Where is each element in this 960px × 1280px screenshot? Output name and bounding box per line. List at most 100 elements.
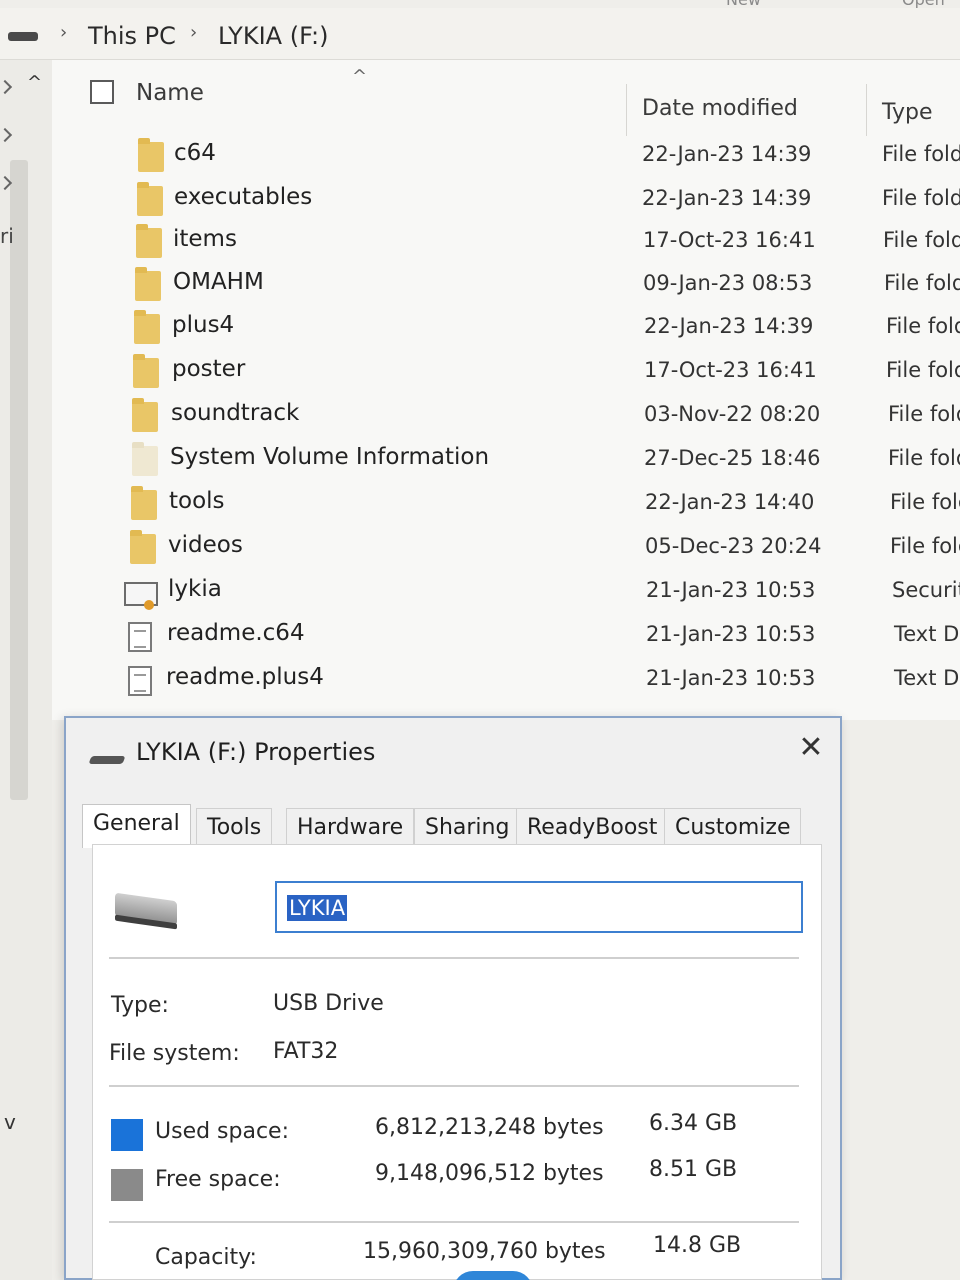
nav-item-fragment[interactable]: ri <box>0 224 14 248</box>
properties-dialog: LYKIA (F:) Properties ✕ General Tools Ha… <box>64 716 842 1280</box>
chevron-right-icon[interactable]: › <box>190 22 197 43</box>
file-type: Security <box>892 578 960 602</box>
file-type: File folder <box>882 186 960 210</box>
divider <box>109 1085 799 1087</box>
file-date: 22-Jan-23 14:39 <box>644 314 814 338</box>
column-date-modified[interactable]: Date modified <box>642 96 798 121</box>
pin-icon <box>0 79 13 95</box>
drive-icon <box>8 32 38 41</box>
file-name: videos <box>168 532 243 558</box>
system-folder-icon <box>132 442 158 476</box>
volume-label-input[interactable] <box>275 881 803 933</box>
tab-tools[interactable]: Tools <box>196 808 273 846</box>
file-type: File folder <box>886 314 960 338</box>
pin-icon <box>0 127 13 143</box>
file-row[interactable]: readme.c64 21-Jan-23 10:53 Text D <box>52 616 960 660</box>
file-row[interactable]: c64 22-Jan-23 14:39 File folder <box>52 136 960 180</box>
column-name[interactable]: Name <box>136 80 204 106</box>
file-row[interactable]: lykia 21-Jan-23 10:53 Security <box>52 572 960 616</box>
file-type: File folder <box>888 402 960 426</box>
type-value: USB Drive <box>273 991 384 1016</box>
tab-sharing[interactable]: Sharing <box>414 808 521 846</box>
scroll-down-icon[interactable]: v <box>4 1110 16 1134</box>
file-type: File folder <box>886 358 960 382</box>
file-date: 22-Jan-23 14:39 <box>642 142 812 166</box>
file-name: items <box>173 226 237 252</box>
divider <box>109 957 799 959</box>
file-row[interactable]: System Volume Information 27-Dec-25 18:4… <box>52 440 960 484</box>
column-divider[interactable] <box>866 84 867 136</box>
text-file-icon <box>128 622 152 652</box>
folder-icon <box>137 182 163 216</box>
file-date: 21-Jan-23 10:53 <box>646 578 816 602</box>
file-type: Text D <box>894 666 960 690</box>
file-name: System Volume Information <box>170 444 490 470</box>
file-type: File folder <box>884 271 960 295</box>
column-type[interactable]: Type <box>882 100 933 125</box>
chevron-right-icon[interactable]: › <box>60 22 67 43</box>
file-type: File folder <box>882 142 960 166</box>
navigation-pane: ^ v ri <box>0 60 52 1280</box>
drive-icon <box>88 756 126 764</box>
folder-icon <box>134 310 160 344</box>
file-row[interactable]: OMAHM 09-Jan-23 08:53 File folder <box>52 265 960 309</box>
text-file-icon <box>128 666 152 696</box>
capacity-gb: 14.8 GB <box>653 1233 742 1258</box>
tab-hardware[interactable]: Hardware <box>286 808 415 846</box>
address-bar[interactable]: › This PC › LYKIA (F:) <box>0 8 960 60</box>
select-all-checkbox[interactable] <box>90 80 114 104</box>
column-header: Name ^ Date modified Type <box>52 60 960 140</box>
tab-readyboost[interactable]: ReadyBoost <box>516 808 669 846</box>
file-date: 22-Jan-23 14:40 <box>645 490 815 514</box>
used-space-bytes: 6,812,213,248 bytes <box>375 1115 604 1140</box>
divider <box>109 1221 799 1223</box>
file-date: 17-Oct-23 16:41 <box>643 228 816 252</box>
file-system-value: FAT32 <box>273 1039 339 1064</box>
general-tab-panel: LYKIA Type: USB Drive File system: FAT32… <box>92 844 822 1280</box>
file-date: 17-Oct-23 16:41 <box>644 358 817 382</box>
volume-label-selection: LYKIA <box>287 895 348 921</box>
file-date: 22-Jan-23 14:39 <box>642 186 812 210</box>
breadcrumb-drive[interactable]: LYKIA (F:) <box>218 22 328 50</box>
file-name: readme.plus4 <box>166 664 324 690</box>
folder-icon <box>133 354 159 388</box>
tab-general[interactable]: General <box>82 804 191 848</box>
used-space-label: Used space: <box>155 1119 290 1144</box>
file-system-label: File system: <box>109 1041 240 1066</box>
file-row[interactable]: tools 22-Jan-23 14:40 File folder <box>52 484 960 528</box>
file-row[interactable]: executables 22-Jan-23 14:39 File folder <box>52 180 960 224</box>
file-row[interactable]: videos 05-Dec-23 20:24 File folder <box>52 528 960 572</box>
file-list: Name ^ Date modified Type c64 22-Jan-23 … <box>52 60 960 720</box>
used-space-swatch <box>111 1119 143 1151</box>
file-name: soundtrack <box>171 400 300 426</box>
file-row[interactable]: poster 17-Oct-23 16:41 File folder <box>52 352 960 396</box>
file-name: plus4 <box>172 312 235 338</box>
file-row[interactable]: items 17-Oct-23 16:41 File folder <box>52 222 960 266</box>
file-row[interactable]: soundtrack 03-Nov-22 08:20 File folder <box>52 396 960 440</box>
folder-icon <box>135 267 161 301</box>
used-space-gb: 6.34 GB <box>649 1111 738 1136</box>
file-date: 21-Jan-23 10:53 <box>646 622 816 646</box>
sort-ascending-icon: ^ <box>352 66 368 87</box>
tab-customize[interactable]: Customize <box>664 808 802 846</box>
file-row[interactable]: plus4 22-Jan-23 14:39 File folder <box>52 308 960 352</box>
close-button[interactable]: ✕ <box>796 730 826 766</box>
certificate-icon <box>124 582 158 610</box>
file-name: readme.c64 <box>167 620 305 646</box>
usb-drive-icon <box>115 892 177 926</box>
file-type: File folder <box>888 446 960 470</box>
nav-scrollbar[interactable] <box>10 160 28 800</box>
column-divider[interactable] <box>626 84 627 136</box>
breadcrumb-this-pc[interactable]: This PC <box>88 22 176 50</box>
file-row[interactable]: readme.plus4 21-Jan-23 10:53 Text D <box>52 660 960 704</box>
file-name: poster <box>172 356 246 382</box>
file-name: executables <box>174 184 313 210</box>
type-label: Type: <box>111 993 169 1018</box>
folder-icon <box>132 398 158 432</box>
folder-icon <box>130 530 156 564</box>
file-name: lykia <box>168 576 222 602</box>
folder-icon <box>131 486 157 520</box>
file-type: Text D <box>894 622 960 646</box>
usage-pie-chart <box>453 1271 533 1280</box>
scroll-up-icon[interactable]: ^ <box>27 72 42 93</box>
